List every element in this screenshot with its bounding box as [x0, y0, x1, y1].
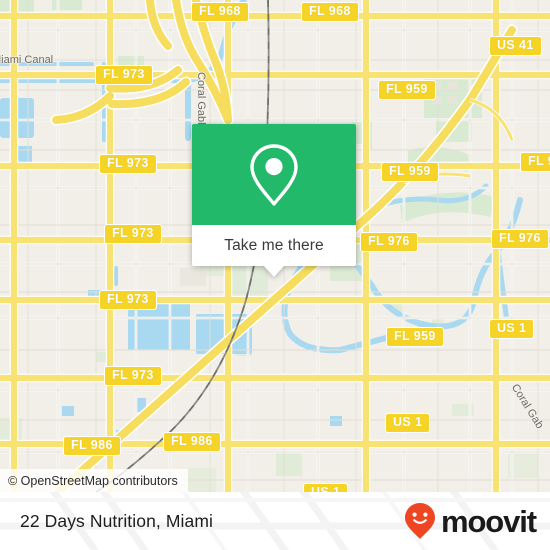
- place-title: 22 Days Nutrition, Miami: [20, 510, 214, 531]
- road-shield: FL 959: [378, 80, 436, 100]
- road-shield: FL 959: [381, 162, 439, 182]
- footer-bar: 22 Days Nutrition, Miami moovit: [0, 492, 550, 550]
- moovit-wordmark: moovit: [440, 503, 537, 539]
- road-shield: US 1: [385, 413, 431, 433]
- map-text-label: Miami Canal: [0, 54, 54, 66]
- road-shield: FL 968: [301, 2, 359, 22]
- road-shield: FL 973: [104, 366, 162, 386]
- callout-action[interactable]: Take me there: [192, 225, 356, 277]
- road-shield: FL 976: [491, 229, 549, 249]
- moovit-map-screenshot: FL 968 FL 968 US 41 FL 973 FL 959 FL 973 FL 95…: [0, 0, 550, 550]
- road-shield: FL 986: [163, 432, 221, 452]
- road-shield: US 41: [489, 36, 542, 56]
- road-shield: FL 973: [99, 290, 157, 310]
- road-shield: FL 9: [520, 152, 550, 172]
- road-shield: FL 973: [104, 224, 162, 244]
- callout-header: [192, 124, 356, 225]
- road-shield: FL 973: [99, 154, 157, 174]
- road-shield: FL 976: [360, 232, 418, 252]
- road-shield: FL 959: [386, 327, 444, 347]
- map-text-label: Coral Gable: [195, 72, 207, 131]
- moovit-logo[interactable]: moovit: [403, 502, 537, 540]
- attribution-text: © OpenStreetMap contributors: [8, 473, 178, 488]
- road-shield: FL 986: [63, 436, 121, 456]
- road-shield: US 1: [303, 483, 349, 492]
- road-shield: FL 968: [191, 2, 249, 22]
- map-pin-icon: [250, 143, 298, 206]
- moovit-smiley-pin-icon: [404, 503, 435, 539]
- location-callout[interactable]: Take me there: [192, 124, 356, 277]
- map-attribution[interactable]: © OpenStreetMap contributors: [0, 469, 188, 492]
- callout-tail: [263, 265, 285, 277]
- map-canvas[interactable]: FL 968 FL 968 US 41 FL 973 FL 959 FL 973 FL 95…: [0, 0, 550, 492]
- take-me-there-label: Take me there: [224, 236, 324, 254]
- road-shield: FL 973: [95, 65, 153, 85]
- road-shield: US 1: [489, 319, 535, 339]
